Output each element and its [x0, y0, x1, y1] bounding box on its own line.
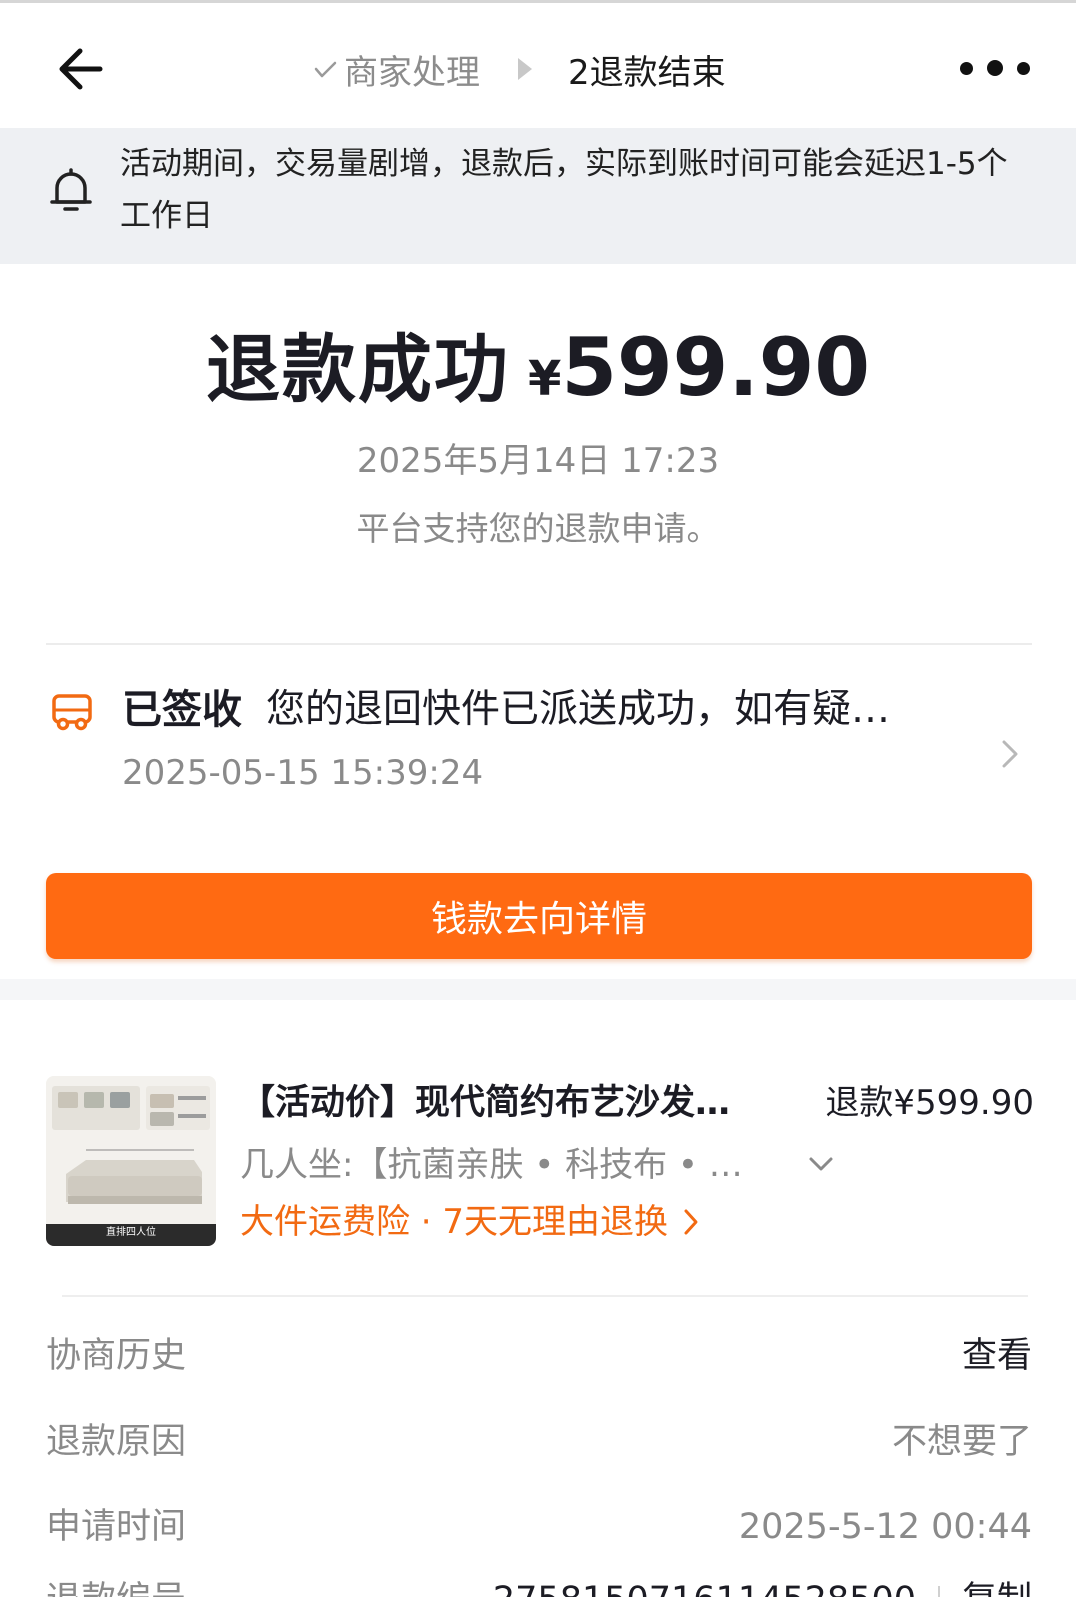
step-merchant-processing: 商家处理: [310, 45, 480, 94]
more-dots-icon: [960, 61, 973, 75]
refund-number-value-wrap: 2758150716114528500 复制: [493, 1570, 1032, 1597]
refund-amount: 599.90: [561, 321, 871, 414]
more-dots-icon: [1017, 61, 1030, 75]
step-done-label: 商家处理: [344, 52, 480, 93]
refund-status-line: 退款成功 ¥599.90: [0, 318, 1076, 440]
triangle-right-icon: [518, 58, 532, 80]
refund-support-message: 平台支持您的退款申请。: [356, 509, 720, 548]
copy-button[interactable]: 复制: [962, 1580, 1032, 1597]
more-dots-icon: [987, 60, 1003, 76]
chevron-right-icon: [1002, 740, 1018, 768]
logistics-status: 已签收: [122, 687, 242, 733]
refund-status-title: 退款成功: [205, 327, 510, 413]
top-nav-bar: 商家处理 2退款结束: [0, 0, 1076, 128]
return-logistics-row[interactable]: 已签收 您的退回快件已派送成功，如有疑… 2025-05-15 15:39:24: [46, 680, 1032, 820]
info-label: 协商历史: [46, 1336, 187, 1376]
product-sku: 几人坐:【抗菌亲肤 • 科技布 • …: [240, 1145, 743, 1185]
negotiation-history-row[interactable]: 协商历史 查看: [46, 1326, 1032, 1386]
view-history-link[interactable]: 查看: [962, 1326, 1032, 1386]
refund-reason-row: 退款原因 不想要了: [46, 1412, 1032, 1472]
service-tags[interactable]: 大件运费险 · 7天无理由退换: [240, 1194, 700, 1250]
currency-symbol: ¥: [527, 351, 562, 407]
logistics-message: 您的退回快件已派送成功，如有疑…: [266, 687, 891, 732]
refund-detail-page: 商家处理 2退款结束 活动期间，交易量剧增，退款后，实际到账时间可能会延迟1-5…: [0, 0, 1076, 1597]
arrow-left-icon: [59, 48, 103, 90]
notice-text: 活动期间，交易量剧增，退款后，实际到账时间可能会延迟1-5个工作日: [120, 146, 1008, 234]
divider: [937, 1586, 940, 1597]
refund-number-value: 2758150716114528500: [493, 1580, 916, 1597]
apply-time-value: 2025-5-12 00:44: [738, 1507, 1032, 1547]
divider: [46, 643, 1032, 645]
step-current-label: 2退款结束: [568, 52, 726, 93]
truck-icon: [46, 686, 98, 738]
thumb-caption: 直排四人位: [106, 1227, 156, 1238]
service-tags-text: 大件运费险 · 7天无理由退换: [240, 1202, 669, 1242]
refund-datetime: 2025年5月14日 17:23: [356, 441, 720, 481]
money-flow-details-button[interactable]: 钱款去向详情: [46, 873, 1032, 959]
bell-icon: [50, 168, 92, 211]
apply-time-row: 申请时间 2025-5-12 00:44: [46, 1497, 1032, 1557]
refund-reason-value: 不想要了: [891, 1422, 1032, 1462]
progress-steps: 商家处理 2退款结束: [310, 43, 726, 95]
refund-number-row: 退款编号 2758150716114528500 复制: [46, 1570, 1032, 1597]
info-label: 退款编号: [46, 1570, 186, 1597]
more-options-button[interactable]: [960, 53, 1030, 83]
product-thumbnail[interactable]: 直排四人位: [46, 1076, 216, 1246]
product-refund-amount: 退款¥599.90: [825, 1083, 1034, 1123]
logistics-time: 2025-05-15 15:39:24: [122, 753, 484, 793]
chevron-down-icon[interactable]: [806, 1152, 836, 1176]
product-title[interactable]: 【活动价】现代简约布艺沙发…: [240, 1076, 780, 1130]
chevron-right-icon: [684, 1209, 698, 1235]
info-label: 申请时间: [46, 1507, 187, 1547]
back-button[interactable]: [52, 41, 112, 97]
check-icon: [314, 61, 337, 78]
info-label: 退款原因: [46, 1422, 187, 1462]
divider: [62, 1295, 1028, 1297]
